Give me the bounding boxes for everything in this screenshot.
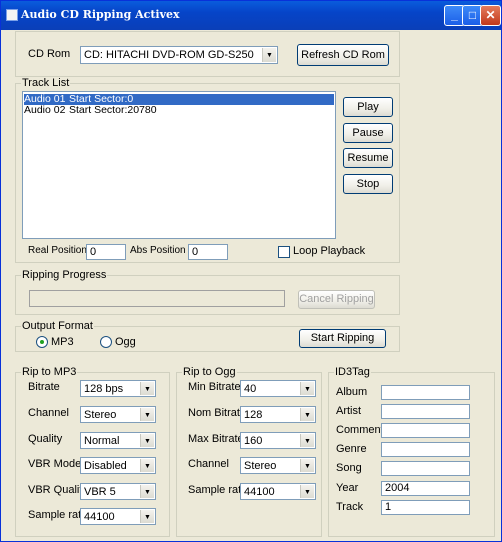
mp3-channel-select[interactable]: Stereo ▼ [80,406,156,423]
chevron-down-icon: ▼ [262,48,276,62]
genre-field[interactable] [381,442,470,457]
rip-to-ogg-group: Rip to Ogg Min Bitrate 40 ▼ Nom Bitrate 1… [176,366,322,537]
mp3-label: MP3 [51,336,74,348]
vbr-quality-select[interactable]: VBR 5 ▼ [80,483,156,500]
max-bitrate-label: Max Bitrate [188,433,244,445]
track-field[interactable]: 1 [381,500,470,515]
chevron-down-icon: ▼ [140,485,154,498]
comment-label: Comment [336,424,384,436]
album-field[interactable] [381,385,470,400]
cdrom-group: CD Rom CD: HITACHI DVD-ROM GD-S250 ▼ Ref… [15,31,400,77]
cdrom-label: CD Rom [28,48,71,60]
refresh-cdrom-button[interactable]: Refresh CD Rom [297,44,389,66]
nom-bitrate-select[interactable]: 128 ▼ [240,406,316,423]
track-list-group: Track List Audio 01 Start Sector:0 Audio … [15,77,400,263]
resume-button[interactable]: Resume [343,148,393,168]
song-field[interactable] [381,461,470,476]
real-position-label: Real Position [28,245,87,256]
real-position-field[interactable]: 0 [86,244,126,260]
cancel-ripping-button[interactable]: Cancel Ripping [298,290,375,309]
max-bitrate-select[interactable]: 160 ▼ [240,432,316,449]
title-bar[interactable]: Audio CD Ripping Activex _ □ ✕ [1,1,501,30]
mp3-sample-rate-label: Sample rate [28,509,88,521]
loop-playback-checkbox[interactable] [278,246,290,258]
app-window: Audio CD Ripping Activex _ □ ✕ CD Rom CD… [0,0,502,542]
chevron-down-icon: ▼ [140,434,154,447]
radio-dot [40,340,44,344]
ogg-sample-rate-label: Sample rate [188,484,248,496]
min-bitrate-select[interactable]: 40 ▼ [240,380,316,397]
track-label: Track [336,501,364,513]
ogg-label: Ogg [115,336,136,348]
rip-to-ogg-label: Rip to Ogg [182,366,237,378]
song-label: Song [336,462,362,474]
chevron-down-icon: ▼ [140,382,154,395]
ogg-channel-select[interactable]: Stereo ▼ [240,457,316,474]
abs-position-label: Abs Position [130,245,186,256]
track-list-label: Track List [21,77,71,89]
bitrate-label: Bitrate [28,381,60,393]
chevron-down-icon: ▼ [140,459,154,472]
mp3-channel-label: Channel [28,407,69,419]
min-bitrate-label: Min Bitrate [188,381,241,393]
cdrom-value: CD: HITACHI DVD-ROM GD-S250 [84,49,254,61]
mp3-radio[interactable] [36,336,48,348]
window-title: Audio CD Ripping Activex [21,8,180,21]
loop-playback-label: Loop Playback [293,245,366,257]
chevron-down-icon: ▼ [300,459,314,472]
year-label: Year [336,482,359,494]
chevron-down-icon: ▼ [300,382,314,395]
output-format-group: Output Format MP3 Ogg Start Ripping [15,320,400,352]
nom-bitrate-label: Nom Bitrate [188,407,247,419]
app-icon [6,9,18,21]
mp3-quality-select[interactable]: Normal ▼ [80,432,156,449]
mp3-sample-rate-select[interactable]: 44100 ▼ [80,508,156,525]
play-button[interactable]: Play [343,97,393,117]
output-format-label: Output Format [21,320,94,332]
rip-to-mp3-label: Rip to MP3 [21,366,78,378]
id3tag-label: ID3Tag [334,366,371,378]
rip-to-mp3-group: Rip to MP3 Bitrate 128 bps ▼ Channel Ster… [15,366,170,537]
comment-field[interactable] [381,423,470,438]
ripping-progress-group: Ripping Progress Cancel Ripping [15,269,400,315]
track-row[interactable]: Audio 02 Start Sector:20780 [24,105,334,116]
chevron-down-icon: ▼ [300,434,314,447]
abs-position-field[interactable]: 0 [188,244,228,260]
ogg-channel-label: Channel [188,458,229,470]
stop-button[interactable]: Stop [343,174,393,194]
vbr-mode-select[interactable]: Disabled ▼ [80,457,156,474]
cdrom-select[interactable]: CD: HITACHI DVD-ROM GD-S250 ▼ [80,46,278,64]
quality-label: Quality [28,433,63,445]
id3tag-group: ID3Tag Album Artist Comment Genre Song Y… [328,366,495,537]
genre-label: Genre [336,443,367,455]
ripping-progress-label: Ripping Progress [21,269,108,281]
artist-field[interactable] [381,404,470,419]
vbr-quality-label: VBR Quality [28,484,88,496]
album-label: Album [336,386,368,398]
pause-button[interactable]: Pause [343,123,393,143]
close-button[interactable]: ✕ [480,5,501,26]
chevron-down-icon: ▼ [140,510,154,523]
ogg-sample-rate-select[interactable]: 44100 ▼ [240,483,316,500]
artist-label: Artist [336,405,362,417]
chevron-down-icon: ▼ [300,485,314,498]
track-listbox[interactable]: Audio 01 Start Sector:0 Audio 02 Start Sec… [22,91,336,239]
mp3-bitrate-select[interactable]: 128 bps ▼ [80,380,156,397]
ripping-progress-bar [29,290,285,307]
vbr-mode-label: VBR Mode [28,458,82,470]
chevron-down-icon: ▼ [140,408,154,421]
start-ripping-button[interactable]: Start Ripping [299,329,386,348]
chevron-down-icon: ▼ [300,408,314,421]
ogg-radio[interactable] [100,336,112,348]
year-field[interactable]: 2004 [381,481,470,496]
